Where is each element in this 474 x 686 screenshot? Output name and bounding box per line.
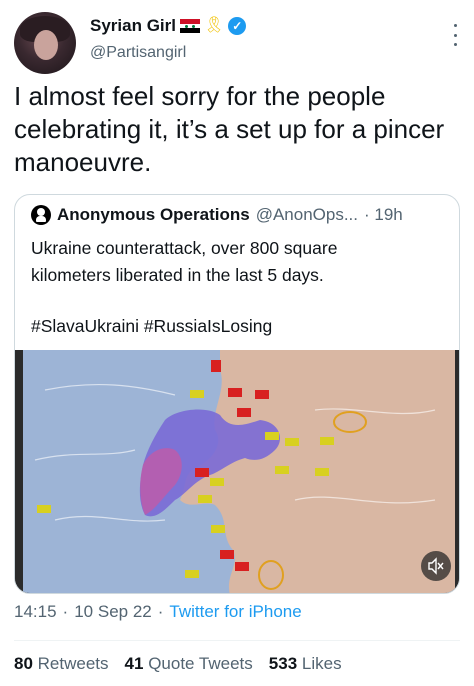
likes-label: Likes [301, 654, 342, 673]
author-name-row[interactable]: Syrian Girl 🎗 ✓ [90, 16, 247, 36]
meta-separator: · [62, 602, 69, 621]
quoted-tweet-header: Anonymous Operations @AnonOps... · 19h [31, 205, 403, 225]
quoted-tweet-time: · 19h [364, 205, 403, 224]
retweets-label: Retweets [37, 654, 109, 673]
quoted-tweet-text: Ukraine counterattack, over 800 square k… [31, 235, 451, 289]
mute-button[interactable] [421, 551, 451, 581]
quoted-tweet[interactable]: Anonymous Operations @AnonOps... · 19h U… [14, 194, 460, 594]
tweet-meta: 14:15 · 10 Sep 22 · Twitter for iPhone [14, 602, 302, 622]
quoted-author-handle: @AnonOps... [255, 205, 358, 224]
likes-count: 533 [268, 654, 298, 673]
syria-flag-icon [179, 19, 200, 33]
quoted-text-line: Ukraine counterattack, over 800 square [31, 238, 338, 258]
quotes-count: 41 [124, 654, 144, 673]
meta-separator: · [157, 602, 164, 621]
tweet-time[interactable]: 14:15 [14, 602, 57, 622]
quoted-avatar-icon [31, 205, 51, 225]
verified-badge-icon: ✓ [228, 17, 247, 35]
more-options-icon[interactable] [450, 24, 460, 46]
tweet-source-link[interactable]: Twitter for iPhone [169, 602, 301, 622]
tweet-text: I almost feel sorry for the people celeb… [14, 81, 445, 177]
author-display-name[interactable]: Syrian Girl [90, 16, 176, 36]
divider [14, 640, 460, 641]
map-video-frame [15, 350, 459, 593]
tweet-date[interactable]: 10 Sep 22 [74, 602, 152, 622]
quotes-label: Quote Tweets [148, 654, 253, 673]
likes-stat[interactable]: 533 Likes [269, 654, 342, 674]
yellow-ribbon-icon: 🎗 [203, 17, 225, 34]
quoted-author-name: Anonymous Operations [57, 205, 250, 224]
video-media[interactable] [15, 350, 459, 593]
tweet-header: Syrian Girl 🎗 ✓ @Partisangirl [0, 0, 474, 80]
retweets-count: 80 [14, 654, 33, 673]
quoted-text-line: kilometers liberated in the last 5 days. [31, 265, 324, 285]
retweets-stat[interactable]: 80 Retweets [14, 654, 109, 674]
quoted-hashtags: #SlavaUkraini #RussiaIsLosing [31, 316, 273, 336]
tweet-stats: 80 Retweets 41 Quote Tweets 533 Likes [14, 654, 342, 674]
author-handle[interactable]: @Partisangirl [90, 44, 186, 62]
avatar[interactable] [14, 12, 76, 74]
muted-speaker-icon [428, 557, 444, 575]
quote-tweets-stat[interactable]: 41 Quote Tweets [125, 654, 253, 674]
